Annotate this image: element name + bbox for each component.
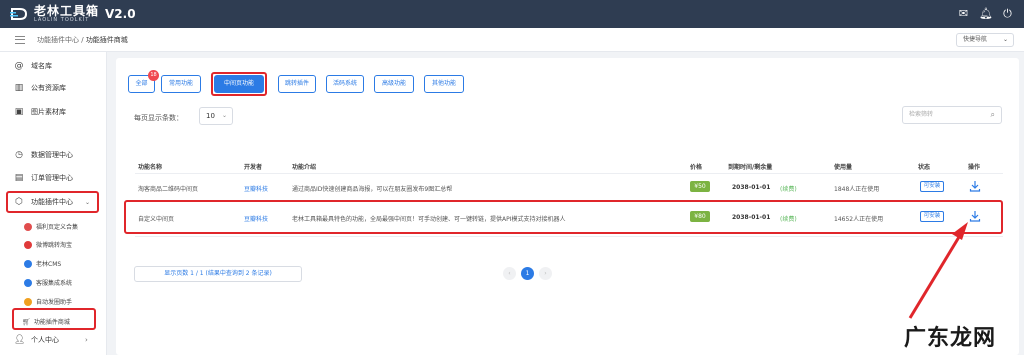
weibo-icon — [24, 240, 32, 249]
column-header: 开发者 — [244, 164, 263, 171]
tab-all[interactable]: 全部 18 — [128, 70, 159, 93]
image-icon: ▣ — [14, 107, 24, 117]
column-header: 到期时间/剩余量 — [728, 164, 773, 171]
developer-link[interactable]: 豆瓣科技 — [244, 184, 268, 193]
prev-page-button[interactable]: ‹ — [503, 267, 516, 280]
breadcrumb-current: 功能插件商城 — [85, 35, 128, 44]
download-icon[interactable] — [969, 180, 981, 192]
breadcrumb: 功能插件中心 / 功能插件商城 — [37, 35, 128, 44]
sidebar-item-domains[interactable]: @ 域名库 — [14, 61, 53, 71]
highlight-box-tab — [211, 72, 267, 96]
version-label: V2.0 — [105, 7, 136, 21]
mail-icon[interactable]: ✉ — [957, 7, 970, 20]
column-header: 操作 — [968, 164, 981, 171]
sidebar-subitem[interactable]: 客服集成系统 — [24, 278, 72, 287]
user-icon: 👤︎ — [14, 335, 26, 345]
price-tag: ¥50 — [690, 181, 710, 192]
chevron-right-icon: › — [85, 336, 88, 344]
renew-link[interactable]: (续费) — [780, 184, 797, 193]
column-header: 状态 — [918, 164, 931, 171]
document-icon: ▤ — [14, 173, 24, 183]
search-input[interactable]: 检索筛转 ⌕ — [902, 106, 1002, 124]
search-icon: ⌕ — [990, 110, 995, 119]
logo-title: 老林工具箱 — [34, 4, 100, 18]
column-header: 价格 — [690, 164, 703, 171]
tab-advanced[interactable]: 高级功能 — [374, 75, 414, 93]
top-bar: 老林工具箱 LAOLIN TOOLKIT V2.0 ✉ 🔔︎ ⏻ — [0, 0, 1024, 28]
column-header: 功能名称 — [138, 164, 163, 171]
watermark-text: 广东龙网 — [904, 326, 997, 351]
logo-subtitle: LAOLIN TOOLKIT — [34, 17, 90, 23]
divider — [135, 173, 1003, 174]
sidebar: @ 域名库 ▥ 公有资源库 ▣ 图片素材库 ◷ 数据管理中心 ▤ 订单管理中心 … — [0, 52, 107, 355]
per-page-label: 每页显示条数： — [134, 114, 183, 122]
plugin-intro: 通过商品ID快速创建商品海报，可以在朋友圈发布9图汇总帮 — [292, 186, 453, 193]
column-header: 使用量 — [834, 164, 853, 171]
moments-icon — [24, 297, 32, 306]
highlight-box-plugins — [6, 191, 99, 213]
main-content: 全部 18 常用功能 中间页功能 跳转插件 活码系统 高级功能 其他功能 每页显… — [107, 52, 1024, 355]
page-button-current[interactable]: 1 — [521, 267, 534, 280]
column-header: 功能介绍 — [292, 164, 317, 171]
logo-icon — [10, 8, 28, 20]
sidebar-subitem[interactable]: 福利页定义合集 — [24, 222, 78, 231]
menu-toggle-icon[interactable] — [15, 35, 25, 44]
highlight-box-plugin-store — [12, 308, 96, 330]
gift-icon — [24, 222, 32, 231]
sidebar-item-personal[interactable]: 👤︎ 个人中心 › — [14, 335, 88, 345]
sidebar-item-resources[interactable]: ▥ 公有资源库 — [14, 83, 66, 93]
clock-icon: ◷ — [15, 150, 23, 160]
sidebar-item-images[interactable]: ▣ 图片素材库 — [14, 107, 66, 117]
install-button[interactable]: 可安装 — [920, 181, 944, 192]
sidebar-item-orders[interactable]: ▤ 订单管理中心 — [14, 173, 73, 183]
chevron-down-icon: ⌄ — [1002, 36, 1008, 43]
usage-count: 1848人正在使用 — [834, 186, 880, 193]
bell-icon[interactable]: 🔔︎ — [979, 7, 993, 20]
per-page-select[interactable]: 10 ⌄ — [199, 107, 233, 125]
next-page-button[interactable]: › — [539, 267, 552, 280]
expire-date: 2038-01-01 — [732, 184, 771, 191]
plugin-name: 淘客商品二维码中间页 — [138, 186, 199, 193]
sidebar-subitem[interactable]: 自动发圈助手 — [24, 297, 72, 306]
plugin-store-panel: 全部 18 常用功能 中间页功能 跳转插件 活码系统 高级功能 其他功能 每页显… — [116, 58, 1019, 355]
map-icon: ▥ — [14, 83, 24, 93]
pagination-info: 显示页数 1 / 1 (结果中查询到 2 条记录) — [134, 266, 302, 282]
logo[interactable]: 老林工具箱 LAOLIN TOOLKIT V2.0 — [10, 5, 136, 23]
cms-icon — [24, 259, 32, 268]
power-icon[interactable]: ⏻ — [1001, 7, 1014, 20]
breadcrumb-parent[interactable]: 功能插件中心 — [37, 36, 79, 44]
sidebar-subitem[interactable]: 微博跳转淘宝 — [24, 240, 72, 249]
tab-jump-plugin[interactable]: 跳转插件 — [278, 75, 316, 93]
sidebar-item-data[interactable]: ◷ 数据管理中心 — [14, 150, 73, 160]
count-badge: 18 — [148, 70, 159, 81]
tab-other[interactable]: 其他功能 — [424, 75, 464, 93]
tab-live-code[interactable]: 活码系统 — [326, 75, 364, 93]
highlight-box-row — [124, 200, 1003, 234]
divider — [135, 236, 1003, 237]
sidebar-subitem[interactable]: 老林CMS — [24, 259, 61, 268]
breadcrumb-bar: 功能插件中心 / 功能插件商城 快捷导航 ⌄ — [0, 28, 1024, 52]
chevron-down-icon: ⌄ — [221, 112, 227, 119]
service-icon — [24, 278, 32, 287]
at-icon: @ — [14, 61, 24, 71]
tab-common[interactable]: 常用功能 — [161, 75, 201, 93]
quick-nav-select[interactable]: 快捷导航 ⌄ — [956, 33, 1014, 47]
